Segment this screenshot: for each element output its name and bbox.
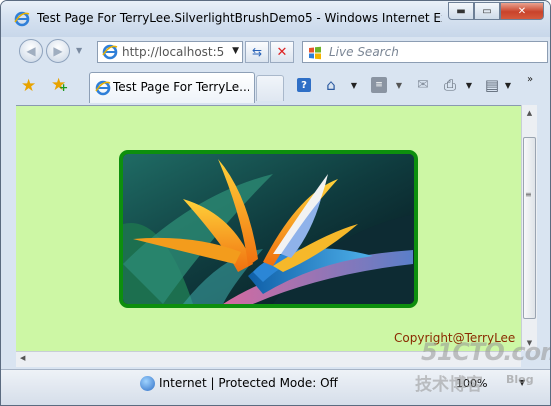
window-title: Test Page For TerryLee.SilverlightBrushD… <box>37 11 442 25</box>
title-bar: Test Page For TerryLee.SilverlightBrushD… <box>1 1 550 37</box>
address-toolbar: ◀ ▶ ▼ http://localhost:54 ▼ ⇆ ✕ Live Sea… <box>1 37 550 67</box>
scroll-left-arrow-icon[interactable]: ◀ <box>20 354 25 362</box>
security-zone-text[interactable]: Internet | Protected Mode: Off <box>159 376 338 390</box>
scroll-grip-icon: ≡ <box>525 190 532 199</box>
watermark-logo: 51CTO.com <box>421 338 551 366</box>
search-input[interactable]: Live Search <box>329 45 399 59</box>
search-box[interactable]: Live Search <box>302 41 548 63</box>
mail-icon[interactable]: ✉ <box>414 75 432 95</box>
watermark-blog: Blog <box>506 373 534 386</box>
globe-icon <box>140 376 155 391</box>
forward-button[interactable]: ▶ <box>46 39 70 63</box>
vertical-scrollbar[interactable]: ▲ ≡ ▼ <box>521 105 537 351</box>
more-commands-icon[interactable]: » <box>524 69 536 89</box>
rss-dropdown-icon[interactable]: ▼ <box>394 75 404 95</box>
help-icon[interactable]: ? <box>297 78 311 92</box>
back-button[interactable]: ◀ <box>19 39 43 63</box>
close-button[interactable]: ✕ <box>500 2 544 20</box>
page-content: Copyright@TerryLee <box>16 105 536 351</box>
watermark-subtitle: 技术博客 <box>415 375 483 395</box>
new-tab-button[interactable] <box>256 75 284 101</box>
bird-of-paradise-image <box>119 150 418 308</box>
browser-window: Test Page For TerryLee.SilverlightBrushD… <box>0 0 551 406</box>
maximize-button[interactable]: ▭ <box>474 2 500 20</box>
windows-logo-icon <box>309 46 321 60</box>
scroll-thumb[interactable] <box>523 137 536 319</box>
add-favorite-icon[interactable]: ★ + <box>51 75 69 95</box>
refresh-button[interactable]: ⇆ <box>245 41 269 63</box>
address-dropdown-icon[interactable]: ▼ <box>232 46 239 56</box>
flower-photo <box>123 154 414 304</box>
page-menu-icon[interactable]: ▤ <box>483 75 501 95</box>
window-controls: ▬ ▭ ✕ <box>448 2 544 20</box>
ie-logo-icon <box>95 80 111 96</box>
address-bar[interactable]: http://localhost:54 ▼ <box>97 41 243 63</box>
print-dropdown-icon[interactable]: ▼ <box>464 75 474 95</box>
scroll-up-arrow-icon[interactable]: ▲ <box>522 105 537 121</box>
minimize-button[interactable]: ▬ <box>448 2 474 20</box>
ie-logo-icon <box>102 44 118 60</box>
page-dropdown-icon[interactable]: ▼ <box>503 75 513 95</box>
rss-feed-icon[interactable]: ≡ <box>371 77 387 93</box>
ie-logo-icon <box>14 11 30 27</box>
home-icon[interactable]: ⌂ <box>321 75 341 95</box>
plus-icon: + <box>59 81 69 94</box>
tab-toolbar: ★ ★ + Test Page For TerryLe... ? ⌂ ▼ ≡ ▼ … <box>1 67 550 105</box>
home-dropdown-icon[interactable]: ▼ <box>349 75 359 95</box>
address-input[interactable]: http://localhost:54 <box>122 45 224 59</box>
recent-pages-dropdown[interactable]: ▼ <box>76 46 82 55</box>
favorites-star-icon[interactable]: ★ <box>21 76 36 96</box>
tab-active[interactable]: Test Page For TerryLe... <box>89 72 255 103</box>
print-icon[interactable]: ⎙ <box>441 75 459 95</box>
tab-label: Test Page For TerryLe... <box>113 80 249 94</box>
stop-button[interactable]: ✕ <box>270 41 294 63</box>
